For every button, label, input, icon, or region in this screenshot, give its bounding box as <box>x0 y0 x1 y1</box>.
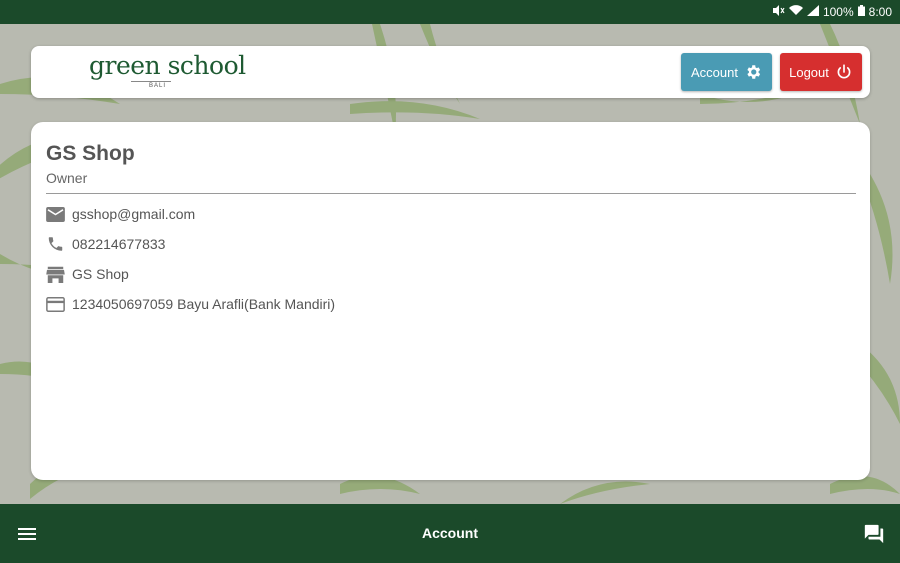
phone-text: 082214677833 <box>72 236 166 252</box>
gear-icon <box>744 63 762 81</box>
header-card: green school BALI Account Logout <box>31 46 870 98</box>
store-text: GS Shop <box>72 266 129 282</box>
status-bar: 100% 8:00 <box>0 0 900 24</box>
bottom-bar: Account <box>0 504 900 563</box>
email-row: gsshop@gmail.com <box>46 203 195 225</box>
email-icon <box>46 206 65 222</box>
phone-icon <box>46 235 65 253</box>
profile-card: GS Shop Owner gsshop@gmail.com 082214677… <box>31 122 870 480</box>
logout-button[interactable]: Logout <box>780 53 862 91</box>
logo-divider <box>131 81 171 82</box>
signal-icon <box>806 5 819 19</box>
profile-divider <box>46 193 856 194</box>
credit-card-icon <box>46 296 65 312</box>
bank-row: 1234050697059 Bayu Arafli(Bank Mandiri) <box>46 293 335 315</box>
mute-icon <box>772 5 785 19</box>
chat-icon[interactable] <box>863 523 885 545</box>
profile-name: GS Shop <box>46 142 135 165</box>
phone-row: 082214677833 <box>46 233 165 255</box>
logo-text: green school <box>89 51 246 80</box>
battery-icon <box>857 5 865 19</box>
store-row: GS Shop <box>46 263 129 285</box>
green-school-logo: green school BALI <box>89 50 246 94</box>
wifi-icon <box>788 5 803 19</box>
bank-text: 1234050697059 Bayu Arafli(Bank Mandiri) <box>72 296 336 312</box>
store-icon <box>46 266 65 283</box>
account-button[interactable]: Account <box>681 53 772 91</box>
power-icon <box>835 63 853 81</box>
bottom-bar-title: Account <box>422 525 478 541</box>
status-time: 8:00 <box>868 5 892 19</box>
logo-subtitle: BALI <box>149 83 167 89</box>
logout-button-label: Logout <box>789 64 829 80</box>
account-button-label: Account <box>691 64 738 80</box>
email-text: gsshop@gmail.com <box>72 206 196 222</box>
battery-percent: 100% <box>822 5 854 19</box>
profile-role: Owner <box>46 170 88 186</box>
